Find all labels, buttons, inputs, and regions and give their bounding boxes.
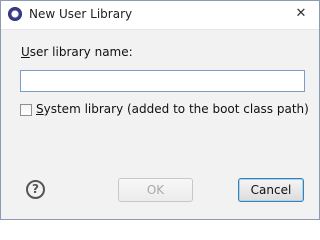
close-button[interactable]: ✕ xyxy=(291,5,311,23)
dialog-title: New User Library xyxy=(29,7,133,21)
library-name-label-text: ser library name: xyxy=(29,45,133,59)
help-icon[interactable]: ? xyxy=(26,180,45,199)
new-user-library-dialog: New User Library ✕ User library name: Sy… xyxy=(0,0,320,220)
title-bar: New User Library ✕ xyxy=(1,1,319,30)
ok-button[interactable]: OK xyxy=(118,178,193,202)
cancel-button[interactable]: Cancel xyxy=(238,178,304,202)
system-library-label-mnemonic: S xyxy=(36,102,44,116)
system-library-label[interactable]: System library (added to the boot class … xyxy=(36,102,309,116)
system-library-label-text: ystem library (added to the boot class p… xyxy=(43,102,309,116)
library-name-label: User library name: xyxy=(21,45,133,59)
library-name-label-mnemonic: U xyxy=(21,45,30,59)
system-library-checkbox[interactable] xyxy=(20,104,32,116)
library-name-input[interactable] xyxy=(20,70,305,92)
eclipse-icon xyxy=(8,7,22,21)
